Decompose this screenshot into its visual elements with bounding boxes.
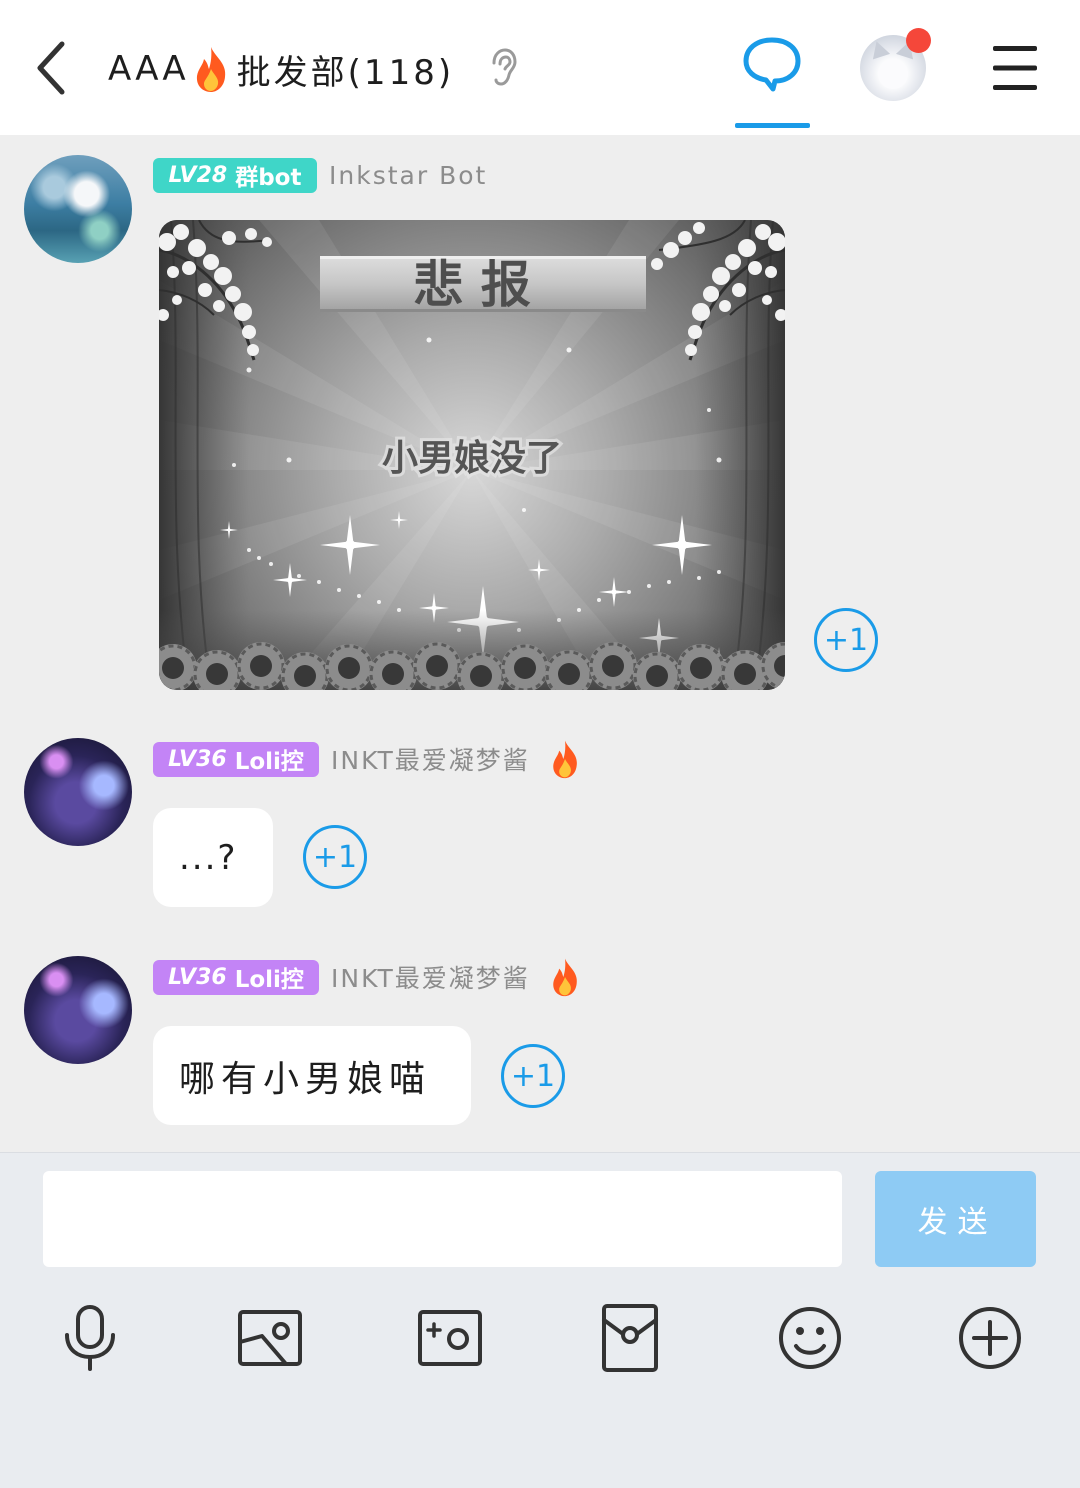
message-meta: LV36 Loli控 INKT最爱凝梦酱: [153, 958, 582, 997]
notification-dot: [906, 28, 931, 53]
camera-icon[interactable]: [414, 1302, 486, 1374]
plus-one-button[interactable]: +1: [501, 1044, 565, 1108]
ear-icon[interactable]: [488, 47, 518, 89]
message-meta: LV28 群bot Inkstar Bot: [153, 157, 487, 193]
message-bubble[interactable]: 哪有小男娘喵: [153, 1026, 471, 1125]
level-badge: LV28 群bot: [153, 157, 317, 193]
back-arrow-icon[interactable]: [30, 38, 74, 98]
badge-level: LV36: [168, 964, 227, 990]
emoji-icon[interactable]: [774, 1302, 846, 1374]
level-badge: LV36 Loli控: [153, 741, 319, 777]
chat-title-name: 批发部(118): [236, 52, 455, 93]
badge-title: Loli控: [234, 967, 304, 993]
microphone-icon[interactable]: [54, 1302, 126, 1374]
message-meta: LV36 Loli控 INKT最爱凝梦酱: [153, 740, 582, 779]
image-message[interactable]: 悲 报 小男娘没了 小男娘没了: [159, 220, 785, 690]
fire-icon: [553, 958, 577, 997]
top-bar: AAA 批发部(118): [0, 0, 1080, 135]
badge-level: LV28: [168, 162, 228, 188]
avatar[interactable]: [24, 956, 132, 1064]
plus-one-button[interactable]: +1: [303, 825, 367, 889]
image-icon[interactable]: [234, 1302, 306, 1374]
send-button[interactable]: 发送: [875, 1171, 1036, 1267]
banner-text: 悲 报: [413, 256, 530, 314]
banner: 悲 报: [320, 256, 646, 314]
composer: 发送: [0, 1152, 1080, 1488]
shared-image: 悲 报 小男娘没了 小男娘没了: [159, 220, 785, 690]
caption: 小男娘没了 小男娘没了: [379, 435, 565, 482]
plus-one-button[interactable]: +1: [814, 608, 878, 672]
sender-name[interactable]: INKT最爱凝梦酱: [331, 959, 530, 995]
avatar[interactable]: [24, 738, 132, 846]
avatar[interactable]: [24, 155, 132, 263]
badge-level: LV36: [168, 746, 227, 772]
avatar-face: [878, 59, 908, 89]
plus-circle-icon[interactable]: [954, 1302, 1026, 1374]
fire-icon: [196, 47, 225, 92]
sender-name[interactable]: Inkstar Bot: [329, 161, 487, 190]
chat-bubble-icon[interactable]: [742, 36, 802, 94]
red-packet-icon[interactable]: [594, 1302, 666, 1374]
message-bubble[interactable]: ...?: [153, 808, 273, 907]
badge-title: 群bot: [235, 165, 302, 191]
level-badge: LV36 Loli控: [153, 959, 319, 995]
caption-text: 小男娘没了: [382, 438, 562, 479]
sender-name[interactable]: INKT最爱凝梦酱: [331, 741, 530, 777]
badge-title: Loli控: [234, 749, 304, 775]
chat-title: AAA 批发部(118): [108, 40, 454, 98]
message-input[interactable]: [43, 1171, 842, 1267]
menu-icon[interactable]: [993, 44, 1037, 92]
active-tab-indicator: [735, 123, 810, 128]
avatar-cat-ear: [867, 38, 891, 60]
fire-icon: [553, 740, 577, 779]
chat-title-prefix: AAA: [108, 49, 189, 89]
